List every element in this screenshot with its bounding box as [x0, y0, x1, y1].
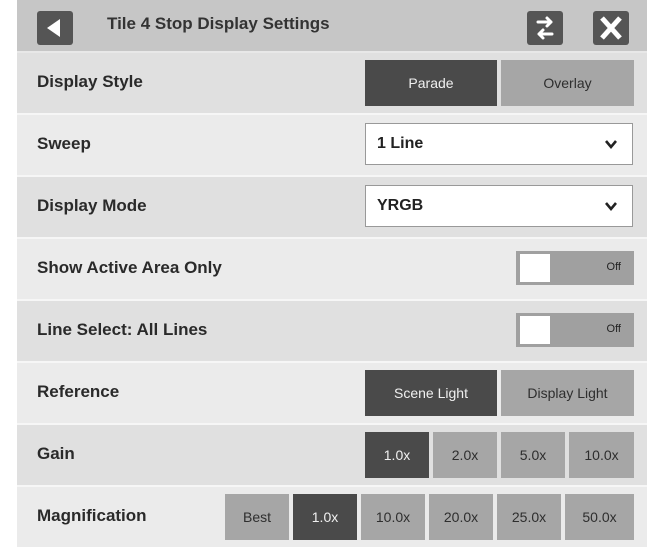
- gain-10x-button[interactable]: 10.0x: [569, 432, 634, 478]
- magnification-20x-button[interactable]: 20.0x: [429, 494, 493, 540]
- page-title: Tile 4 Stop Display Settings: [107, 14, 330, 33]
- magnification-10x-button[interactable]: 10.0x: [361, 494, 425, 540]
- toggle-knob: [520, 254, 550, 282]
- sweep-label: Sweep: [37, 134, 91, 153]
- reference-label: Reference: [37, 382, 120, 401]
- gain-row: Gain 1.0x 2.0x 5.0x 10.0x: [17, 425, 647, 485]
- sweep-dropdown[interactable]: 1 Line: [365, 123, 633, 165]
- display-mode-label: Display Mode: [37, 196, 147, 215]
- display-mode-value: YRGB: [377, 197, 424, 214]
- display-style-label: Display Style: [37, 72, 143, 91]
- gain-2x-button[interactable]: 2.0x: [433, 432, 497, 478]
- magnification-1x-button[interactable]: 1.0x: [293, 494, 357, 540]
- settings-panel: Tile 4 Stop Display Settings Display Sty…: [17, 0, 647, 547]
- display-mode-dropdown[interactable]: YRGB: [365, 185, 633, 227]
- swap-arrows-icon: [536, 16, 554, 40]
- magnification-best-button[interactable]: Best: [225, 494, 289, 540]
- reference-scene-light-button[interactable]: Scene Light: [365, 370, 497, 416]
- gain-label: Gain: [37, 444, 75, 463]
- magnification-25x-button[interactable]: 25.0x: [497, 494, 561, 540]
- title-bar: Tile 4 Stop Display Settings: [17, 0, 647, 51]
- line-select-toggle[interactable]: Off: [516, 313, 634, 347]
- chevron-down-icon: [605, 202, 617, 212]
- toggle-knob: [520, 316, 550, 344]
- display-style-parade-button[interactable]: Parade: [365, 60, 497, 106]
- magnification-label: Magnification: [37, 506, 147, 525]
- reference-row: Reference Scene Light Display Light: [17, 363, 647, 423]
- gain-5x-button[interactable]: 5.0x: [501, 432, 565, 478]
- close-button[interactable]: [593, 11, 629, 45]
- line-select-row: Line Select: All Lines Off: [17, 301, 647, 361]
- swap-button[interactable]: [527, 11, 563, 45]
- reference-display-light-button[interactable]: Display Light: [501, 370, 634, 416]
- display-style-row: Display Style Parade Overlay: [17, 53, 647, 113]
- magnification-50x-button[interactable]: 50.0x: [565, 494, 634, 540]
- chevron-down-icon: [605, 140, 617, 150]
- line-select-label: Line Select: All Lines: [37, 320, 208, 339]
- display-style-overlay-button[interactable]: Overlay: [501, 60, 634, 106]
- back-triangle-icon: [47, 19, 60, 37]
- show-active-area-toggle[interactable]: Off: [516, 251, 634, 285]
- toggle-state: Off: [606, 323, 621, 335]
- show-active-area-row: Show Active Area Only Off: [17, 239, 647, 299]
- sweep-row: Sweep 1 Line: [17, 115, 647, 175]
- magnification-row: Magnification Best 1.0x 10.0x 20.0x 25.0…: [17, 487, 647, 547]
- toggle-state: Off: [606, 261, 621, 273]
- display-mode-row: Display Mode YRGB: [17, 177, 647, 237]
- show-active-area-label: Show Active Area Only: [37, 258, 222, 277]
- gain-1x-button[interactable]: 1.0x: [365, 432, 429, 478]
- close-x-icon: [600, 16, 622, 40]
- sweep-value: 1 Line: [377, 135, 424, 152]
- back-button[interactable]: [37, 11, 73, 45]
